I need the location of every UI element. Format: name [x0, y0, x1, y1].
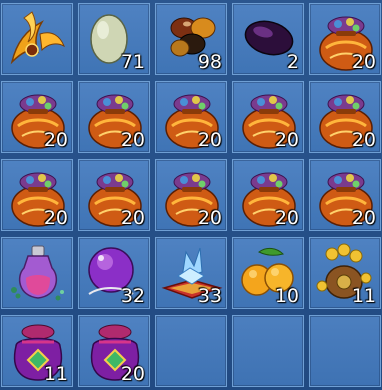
- inventory-slot-22[interactable]: 20: [78, 315, 150, 387]
- inventory-slot-8[interactable]: 20: [155, 81, 227, 153]
- treasure-bag-icon: [319, 16, 373, 71]
- jade-egg-icon: [90, 14, 128, 64]
- inventory-slot-11[interactable]: 20: [1, 159, 73, 231]
- inventory-slot-20[interactable]: 11: [309, 237, 381, 309]
- inventory-slot-23[interactable]: [155, 315, 227, 387]
- inventory-slot-14[interactable]: 20: [232, 159, 304, 231]
- treasure-bag-icon: [242, 94, 296, 149]
- coin-pouch-icon: [316, 243, 372, 299]
- treasure-bag-icon: [11, 94, 65, 149]
- inventory-slot-7[interactable]: 20: [78, 81, 150, 153]
- treasure-bag-icon: [11, 172, 65, 227]
- purple-gem-icon: [244, 20, 294, 56]
- treasure-bag-icon: [88, 172, 142, 227]
- inventory-slot-4[interactable]: 2: [232, 3, 304, 75]
- inventory-slot-13[interactable]: 20: [155, 159, 227, 231]
- inventory-grid: 71 98 2 20 20 20 20 20 20 20 20 20 20 20…: [0, 0, 382, 390]
- inventory-slot-1[interactable]: [1, 3, 73, 75]
- ice-crystal-cushion-icon: [161, 247, 223, 299]
- inventory-slot-21[interactable]: 11: [1, 315, 73, 387]
- orange-fruit-icon: [241, 247, 294, 296]
- purple-pouch-icon: [90, 324, 140, 381]
- inventory-slot-3[interactable]: 98: [155, 3, 227, 75]
- inventory-slot-25[interactable]: [309, 315, 381, 387]
- treasure-bag-icon: [319, 172, 373, 227]
- flame-crescent-icon: [10, 11, 65, 65]
- treasure-bag-icon: [165, 94, 219, 149]
- crystal-orb-icon: [88, 247, 134, 295]
- inventory-slot-12[interactable]: 20: [78, 159, 150, 231]
- inventory-slot-24[interactable]: [232, 315, 304, 387]
- treasure-bag-icon: [88, 94, 142, 149]
- potion-flask-icon: [11, 245, 64, 301]
- gem-stones-icon: [170, 17, 216, 57]
- inventory-slot-17[interactable]: 32: [78, 237, 150, 309]
- inventory-slot-15[interactable]: 20: [309, 159, 381, 231]
- treasure-bag-icon: [165, 172, 219, 227]
- inventory-slot-9[interactable]: 20: [232, 81, 304, 153]
- inventory-slot-16[interactable]: [1, 237, 73, 309]
- inventory-slot-18[interactable]: 33: [155, 237, 227, 309]
- inventory-slot-6[interactable]: 20: [1, 81, 73, 153]
- inventory-slot-2[interactable]: 71: [78, 3, 150, 75]
- purple-pouch-icon: [13, 324, 63, 381]
- inventory-slot-19[interactable]: 10: [232, 237, 304, 309]
- inventory-slot-10[interactable]: 20: [309, 81, 381, 153]
- inventory-slot-5[interactable]: 20: [309, 3, 381, 75]
- treasure-bag-icon: [319, 94, 373, 149]
- treasure-bag-icon: [242, 172, 296, 227]
